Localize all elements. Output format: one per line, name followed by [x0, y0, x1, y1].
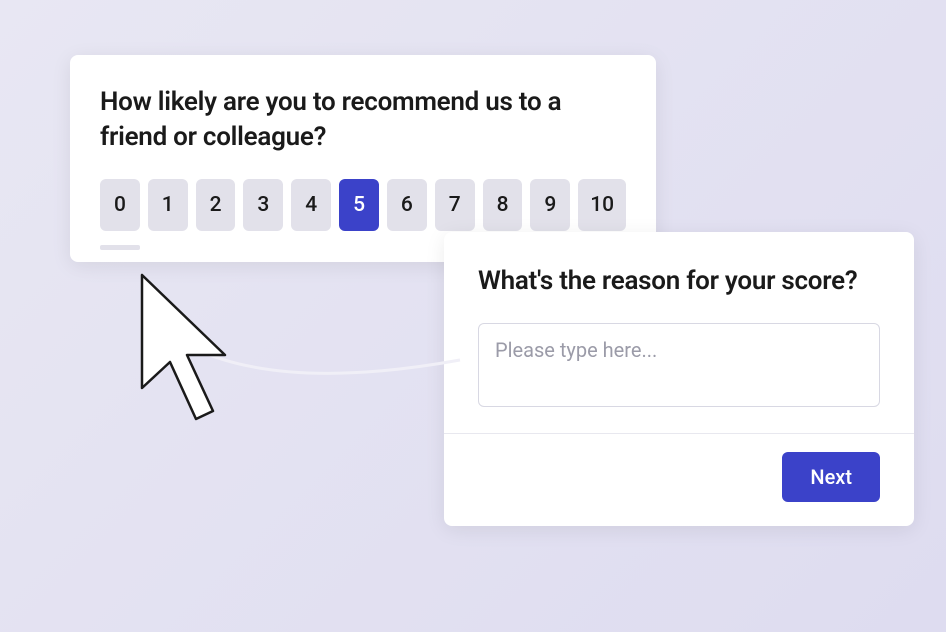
- rating-0[interactable]: 0: [100, 179, 140, 231]
- rating-1[interactable]: 1: [148, 179, 188, 231]
- reason-card: What's the reason for your score? Next: [444, 232, 914, 526]
- rating-6[interactable]: 6: [387, 179, 427, 231]
- rating-4[interactable]: 4: [291, 179, 331, 231]
- reason-question: What's the reason for your score?: [478, 264, 880, 299]
- rating-indicator: [100, 245, 140, 250]
- cursor-icon: [70, 272, 230, 452]
- rating-row: 0 1 2 3 4 5 6 7 8 9 10: [100, 179, 626, 231]
- rating-5[interactable]: 5: [339, 179, 379, 231]
- next-button[interactable]: Next: [782, 452, 880, 502]
- nps-question: How likely are you to recommend us to a …: [100, 85, 626, 155]
- rating-10[interactable]: 10: [578, 179, 626, 231]
- reason-input[interactable]: [478, 323, 880, 407]
- rating-9[interactable]: 9: [530, 179, 570, 231]
- card-footer: Next: [478, 452, 880, 502]
- divider: [444, 433, 914, 434]
- rating-8[interactable]: 8: [483, 179, 523, 231]
- rating-7[interactable]: 7: [435, 179, 475, 231]
- rating-3[interactable]: 3: [243, 179, 283, 231]
- rating-2[interactable]: 2: [196, 179, 236, 231]
